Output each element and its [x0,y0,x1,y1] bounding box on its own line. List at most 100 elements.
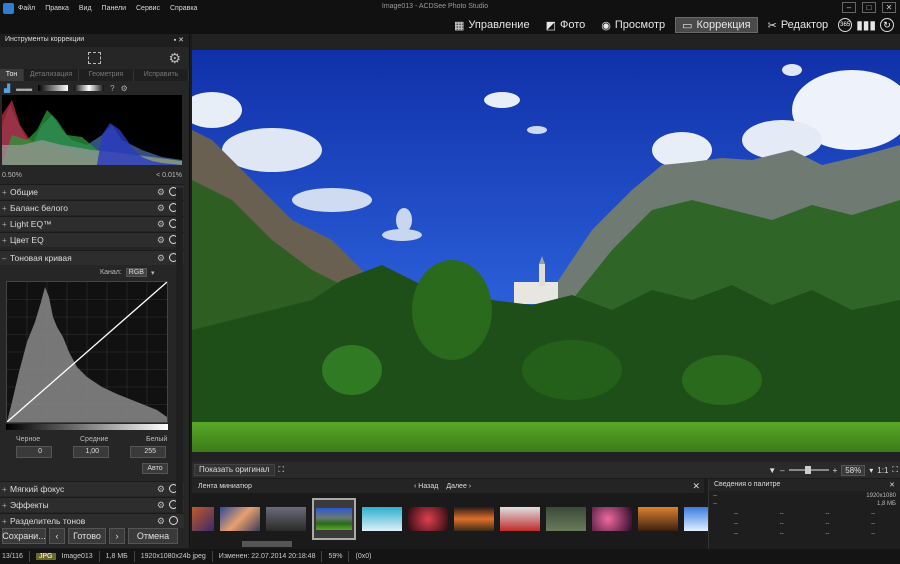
done-button[interactable]: Готово [68,528,106,544]
menu-view[interactable]: Вид [79,5,92,12]
section-general-label: Общие [10,187,38,197]
thumbnail[interactable] [408,506,448,531]
main-photo[interactable] [192,50,900,464]
zoom-value[interactable]: 58% [841,464,866,476]
pin-close-icon[interactable]: ▪ ✕ [174,36,184,45]
levels-icon[interactable]: ▬▬ [16,84,32,93]
gear-icon[interactable]: ⚙ [157,500,165,511]
gear-icon[interactable]: ⚙ [157,187,165,198]
divider [98,551,100,562]
menu-panels[interactable]: Панели [102,5,126,12]
section-effects-label: Эффекты [10,500,49,510]
zoom-slider[interactable] [788,466,829,474]
grid-icon: ▦ [454,19,465,32]
mode-photo-button[interactable]: ◩ Фото [540,17,592,33]
section-light-eq[interactable]: + Light EQ™ ⚙ [0,216,184,231]
menu-edit[interactable]: Правка [45,5,69,12]
close-icon[interactable]: ✕ [889,481,895,489]
tab-tone[interactable]: Тон [0,69,24,81]
thumbnail[interactable] [192,506,214,531]
back-button[interactable]: ‹ Назад [414,483,438,490]
gradient-black-icon[interactable] [38,85,69,91]
mode-view-button[interactable]: ◉ Просмотр [595,17,671,33]
gear-icon[interactable]: ⚙ [157,516,165,527]
mode-edit-button[interactable]: ✂ Редактор [762,17,835,33]
thumbnail[interactable] [500,506,540,531]
minimize-button[interactable]: – [842,2,856,13]
tab-repair[interactable]: Исправить [134,69,189,81]
reset-icon[interactable] [169,515,178,525]
help-icon[interactable]: ? [110,84,114,93]
section-general[interactable]: + Общие ⚙ [0,184,184,199]
gradient-white-icon[interactable] [74,85,105,91]
panel-scrollbar[interactable] [176,188,183,514]
gear-icon[interactable]: ⚙ [157,484,165,495]
forward-label: Далее [446,482,467,490]
histogram-icon[interactable]: ▟ [4,84,10,93]
thumbnail[interactable] [220,506,260,531]
thumbnail-selected[interactable] [312,497,356,540]
cancel-button[interactable]: Отмена [128,528,178,544]
menu-tools[interactable]: Сервис [136,5,160,12]
actual-size-button[interactable]: 1:1 [877,466,888,475]
filmstrip-scrollbar[interactable] [242,541,292,547]
thumbnail[interactable] [546,506,586,531]
show-original-button[interactable]: Показать оригинал [194,464,275,476]
crop-icon[interactable] [88,52,101,64]
section-tone-curve[interactable]: – Тоновая кривая ⚙ [0,250,184,265]
close-window-button[interactable]: ✕ [882,2,896,13]
status-dims: 1920x1080x24b jpeg [140,553,206,560]
close-icon[interactable]: ✕ [692,481,700,492]
gear-icon[interactable]: ⚙ [157,235,165,246]
tab-detail[interactable]: Детализация [24,69,79,81]
zoom-menu-icon[interactable]: ▼ [768,466,776,475]
gear-icon[interactable]: ⚙ [157,203,165,214]
midtone-input[interactable]: 1,00 [73,446,109,458]
mode-edit-label: Редактор [780,19,829,31]
thumbnail[interactable] [362,506,402,531]
black-point-input[interactable]: 0 [16,446,52,458]
palette-info-panel: Сведения о палитре ✕ -- 1920x1080 -- 1,8 М… [708,479,900,549]
fit-icon[interactable]: ⛶ [279,465,285,475]
mode-develop-button[interactable]: ▭ Коррекция [675,17,758,33]
prev-arrow-button[interactable]: ‹ [49,528,65,544]
next-arrow-button[interactable]: › [109,528,125,544]
panel-buttons: Сохрани... ‹ Готово › Отмена [0,526,190,546]
menu-help[interactable]: Справка [170,5,197,12]
thumbnail[interactable] [638,506,678,531]
tone-curve-graph[interactable] [6,281,168,423]
section-white-balance[interactable]: + Баланс белого ⚙ [0,200,184,215]
white-point-input[interactable]: 255 [130,446,166,458]
gear-icon[interactable]: ⚙ [157,219,165,230]
chevron-down-icon[interactable]: ▾ [869,466,873,475]
zoom-in-icon[interactable]: + [833,466,838,475]
info-placeholder: -- [825,531,830,537]
thumbnail[interactable] [454,506,494,531]
menu-file[interactable]: Файл [18,5,35,12]
zoom-out-icon[interactable]: – [780,466,784,475]
info-placeholder: -- [871,521,876,527]
auto-button[interactable]: Авто [142,463,168,474]
refresh-icon[interactable]: ↻ [880,18,894,32]
chevron-down-icon[interactable]: ▾ [151,269,155,277]
channel-select[interactable]: RGB [125,268,147,277]
section-color-eq[interactable]: + Цвет EQ ⚙ [0,232,184,247]
365-icon[interactable]: 365 [838,18,853,32]
viewer-controls: Показать оригинал ⛶ ▼ – + 58% ▾ 1:1 ⛶ [192,462,900,478]
forward-button[interactable]: Далее › [446,483,471,490]
mode-manage-button[interactable]: ▦ Управление [448,17,536,33]
save-button[interactable]: Сохрани... [2,528,46,544]
maximize-button[interactable]: □ [862,2,876,13]
tab-geometry[interactable]: Геометрия [79,69,134,81]
thumbnail[interactable] [266,506,306,531]
gear-icon[interactable]: ⚙ [157,253,165,264]
section-effects[interactable]: + Эффекты ⚙ [0,497,184,512]
fit-screen-icon[interactable]: ⛶ [892,465,898,475]
thumbnail[interactable] [592,506,632,531]
settings-small-icon[interactable]: ⚙ [121,84,128,93]
dashboard-icon[interactable]: ▮▮▮ [856,18,876,32]
info-placeholder: -- [779,531,784,537]
gear-icon[interactable]: ⚙ [168,50,181,67]
image-viewer[interactable] [192,34,900,464]
section-soft-focus[interactable]: + Мягкий фокус ⚙ [0,481,184,496]
